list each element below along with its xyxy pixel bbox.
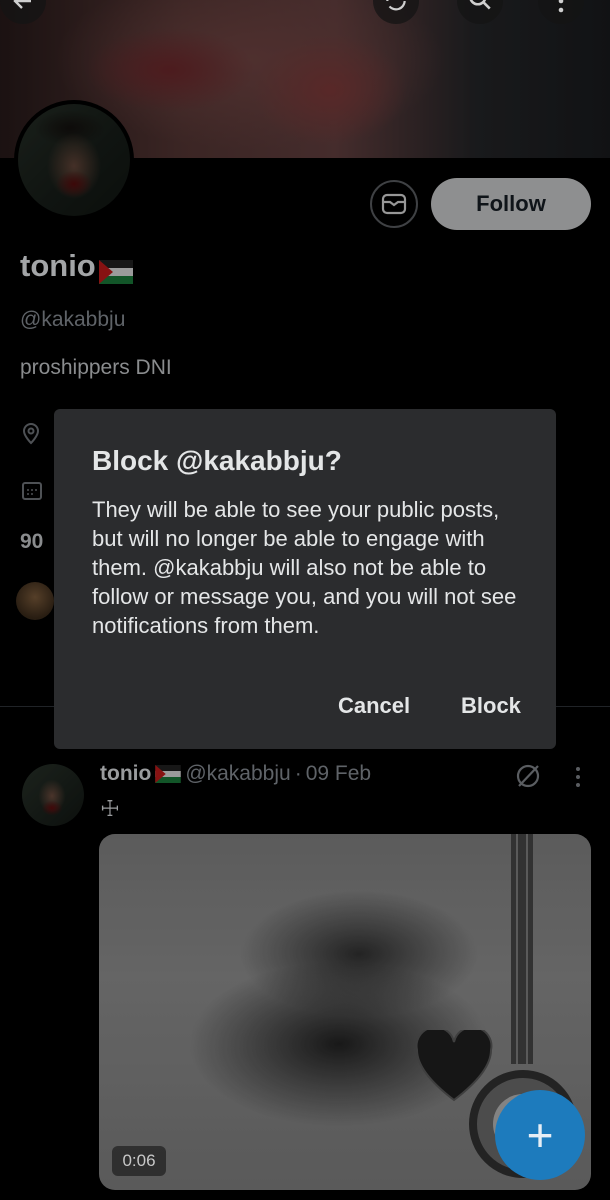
plus-icon: + (526, 1109, 554, 1161)
tweet-author-handle[interactable]: @kakabbju (185, 762, 290, 786)
tweet-author-name[interactable]: tonio (100, 762, 151, 786)
compose-button[interactable]: + (495, 1090, 585, 1180)
following-count-partial[interactable]: 90 (20, 530, 43, 554)
dialog-title: Block @kakabbju? (92, 445, 342, 476)
follow-button[interactable]: Follow (431, 178, 591, 230)
search-icon (469, 0, 491, 10)
profile-bio: proshippers DNI (20, 356, 172, 379)
palestine-flag-icon (155, 765, 182, 783)
tweet-avatar[interactable] (22, 764, 84, 826)
tweet-text: ☩ (100, 796, 120, 821)
block-dialog: Block @kakabbju? They will be able to se… (54, 409, 556, 749)
block-button[interactable]: Block (461, 693, 521, 719)
profile-name-text: tonio (20, 248, 96, 283)
dialog-message: They will be able to see your public pos… (92, 497, 517, 638)
tweet-separator: · (294, 762, 302, 785)
cancel-button[interactable]: Cancel (338, 693, 410, 719)
more-vertical-icon (558, 0, 564, 13)
tweet-date[interactable]: 09 Feb (306, 762, 371, 786)
arrow-left-icon (13, 0, 31, 9)
grok-icon[interactable] (514, 762, 542, 790)
tweet-header: tonio @kakabbju · 09 Feb (100, 762, 371, 786)
profile-handle: @kakabbju (20, 308, 126, 331)
message-button[interactable] (370, 180, 418, 228)
palestine-flag-icon (98, 256, 133, 284)
followed-by-avatar[interactable] (16, 582, 54, 620)
location-pin-icon (22, 423, 40, 445)
tweet-more-icon[interactable] (574, 766, 582, 788)
calendar-icon (22, 482, 42, 500)
profile-avatar[interactable] (14, 100, 134, 220)
mail-icon (381, 193, 407, 215)
profile-name: tonio (20, 248, 133, 284)
repost-icon (386, 0, 406, 11)
video-duration-badge: 0:06 (112, 1146, 166, 1176)
